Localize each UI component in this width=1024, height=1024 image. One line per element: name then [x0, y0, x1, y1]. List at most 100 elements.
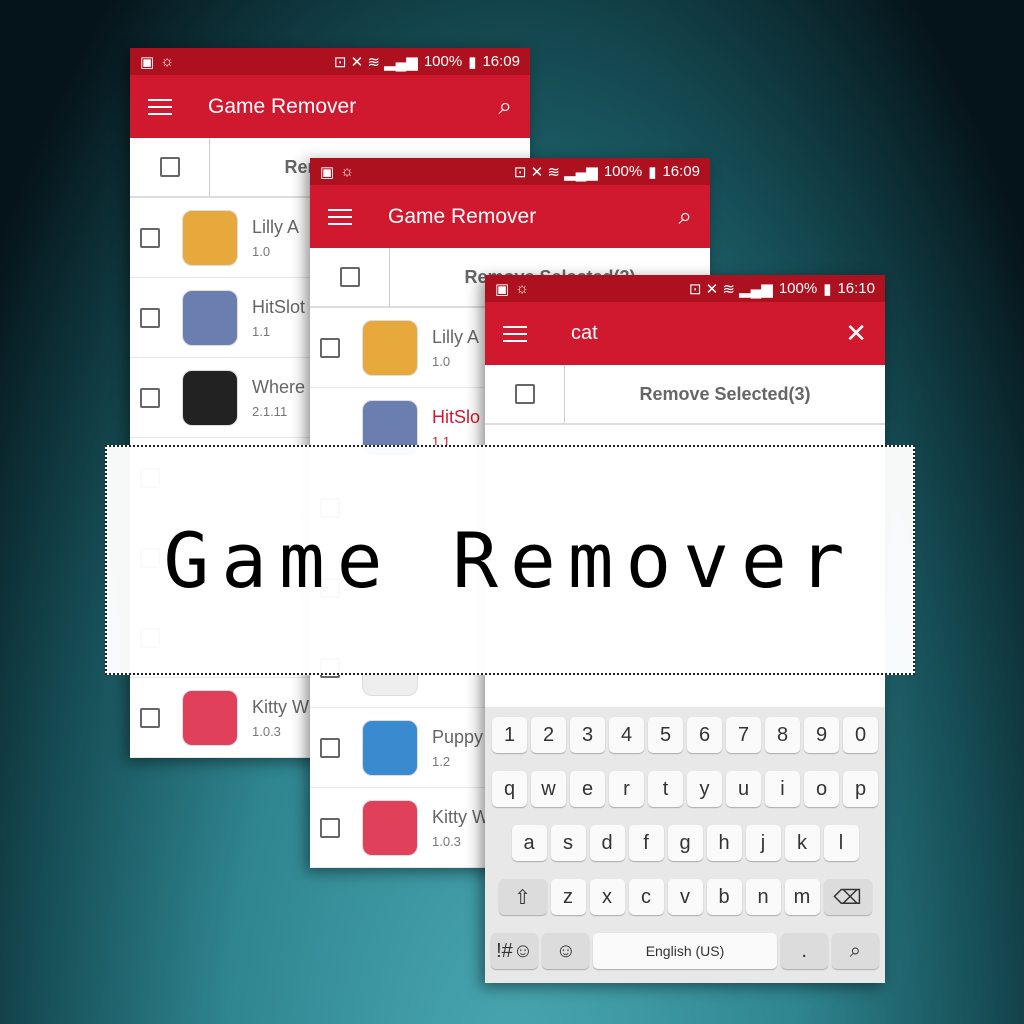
key[interactable]: 8 — [765, 717, 800, 753]
key[interactable]: 3 — [570, 717, 605, 753]
key[interactable]: !#☺ — [491, 933, 539, 969]
key[interactable]: 1 — [492, 717, 527, 753]
key[interactable]: e — [570, 771, 605, 807]
key[interactable]: j — [745, 825, 781, 861]
key[interactable]: f — [628, 825, 664, 861]
key[interactable]: 2 — [531, 717, 566, 753]
item-checkbox[interactable] — [320, 817, 340, 838]
key[interactable]: 0 — [843, 717, 878, 753]
image-icon: ▣ — [320, 163, 335, 181]
image-icon: ▣ — [140, 53, 155, 71]
key[interactable]: 7 — [726, 717, 761, 753]
image-icon: ▣ — [495, 280, 510, 298]
search-icon[interactable]: ⌕ — [679, 203, 692, 231]
item-checkbox[interactable] — [140, 227, 160, 248]
weather-icon: ☼ — [160, 53, 174, 70]
signal-icons: ⊡ ✕ ≋ ▂▄▆ — [333, 53, 418, 71]
key[interactable]: u — [726, 771, 761, 807]
key[interactable]: g — [667, 825, 703, 861]
key[interactable]: a — [511, 825, 547, 861]
select-all-checkbox[interactable] — [514, 384, 535, 404]
key[interactable]: . — [780, 933, 828, 969]
key[interactable]: o — [804, 771, 839, 807]
key[interactable]: b — [706, 879, 742, 915]
app-icon — [362, 319, 418, 376]
item-checkbox[interactable] — [320, 737, 340, 758]
key[interactable]: English (US) — [593, 933, 777, 969]
key[interactable]: l — [823, 825, 859, 861]
toolbar: Game Remover ⌕ — [310, 185, 710, 248]
status-bar: ▣ ☼ ⊡ ✕ ≋ ▂▄▆ 100% ▮ 16:10 — [485, 275, 885, 302]
battery-level: 100% — [778, 280, 818, 297]
key[interactable]: v — [667, 879, 703, 915]
key[interactable]: 5 — [648, 717, 683, 753]
app-title: Game Remover — [388, 204, 537, 228]
app-icon — [182, 689, 238, 746]
search-icon[interactable]: ⌕ — [499, 93, 512, 121]
app-name: HitSlot — [252, 296, 306, 317]
signal-icons: ⊡ ✕ ≋ ▂▄▆ — [688, 280, 773, 298]
key[interactable]: r — [609, 771, 644, 807]
key[interactable]: q — [492, 771, 527, 807]
battery-level: 100% — [423, 53, 463, 70]
clock: 16:09 — [662, 163, 700, 180]
close-icon[interactable]: ✕ — [845, 318, 867, 349]
app-version: 1.0 — [252, 243, 271, 259]
key[interactable]: m — [784, 879, 820, 915]
key[interactable]: t — [648, 771, 683, 807]
battery-icon: ▮ — [648, 163, 657, 181]
app-version: 1.0.3 — [432, 833, 461, 849]
key[interactable]: p — [843, 771, 878, 807]
banner-title: Game Remover — [163, 515, 857, 605]
app-icon — [362, 719, 418, 776]
key[interactable]: y — [687, 771, 722, 807]
battery-icon: ▮ — [468, 53, 477, 71]
menu-icon[interactable] — [503, 325, 527, 342]
key[interactable]: d — [589, 825, 625, 861]
remove-selected-button[interactable]: Remove Selected(3) — [565, 365, 885, 423]
battery-level: 100% — [603, 163, 643, 180]
app-name: Kitty W — [252, 696, 309, 717]
key[interactable]: n — [745, 879, 781, 915]
clock: 16:09 — [482, 53, 520, 70]
app-version: 1.0.3 — [252, 723, 281, 739]
key[interactable]: ⌫ — [823, 879, 872, 915]
app-version: 2.1.11 — [252, 403, 288, 419]
app-name: Kitty W — [432, 806, 489, 827]
key[interactable]: i — [765, 771, 800, 807]
status-bar: ▣ ☼ ⊡ ✕ ≋ ▂▄▆ 100% ▮ 16:09 — [130, 48, 530, 75]
select-all-checkbox[interactable] — [339, 267, 360, 287]
key[interactable]: z — [550, 879, 586, 915]
key[interactable]: w — [531, 771, 566, 807]
item-checkbox[interactable] — [140, 307, 160, 328]
app-icon — [182, 209, 238, 266]
key[interactable]: h — [706, 825, 742, 861]
item-checkbox[interactable] — [320, 337, 340, 358]
key[interactable]: c — [628, 879, 664, 915]
search-toolbar: cat ✕ — [485, 302, 885, 365]
key[interactable]: x — [589, 879, 625, 915]
search-input[interactable]: cat — [571, 322, 845, 345]
app-icon — [182, 289, 238, 346]
status-bar: ▣ ☼ ⊡ ✕ ≋ ▂▄▆ 100% ▮ 16:09 — [310, 158, 710, 185]
key[interactable]: 9 — [804, 717, 839, 753]
keyboard: 1 2 3 4 5 6 7 8 9 0 q w e r t y u i o p a s d f g h j k l ⇧ z x c v b n m ⌫ !#… — [485, 707, 885, 983]
key[interactable]: 6 — [687, 717, 722, 753]
key[interactable]: k — [784, 825, 820, 861]
item-checkbox[interactable] — [140, 707, 160, 728]
app-version: 1.0 — [432, 353, 451, 369]
title-banner: Game Remover — [105, 445, 915, 675]
key[interactable]: ⇧ — [498, 879, 547, 915]
key[interactable]: s — [550, 825, 586, 861]
item-checkbox[interactable] — [140, 387, 160, 408]
app-version: 1.1 — [252, 323, 271, 339]
toolbar: Game Remover ⌕ — [130, 75, 530, 138]
key[interactable]: ☺ — [542, 933, 590, 969]
key[interactable]: 4 — [609, 717, 644, 753]
key[interactable]: ⌕ — [831, 933, 879, 969]
menu-icon[interactable] — [148, 98, 172, 115]
menu-icon[interactable] — [328, 208, 352, 225]
battery-icon: ▮ — [823, 280, 832, 298]
select-all-checkbox[interactable] — [159, 157, 180, 177]
app-icon — [362, 799, 418, 856]
